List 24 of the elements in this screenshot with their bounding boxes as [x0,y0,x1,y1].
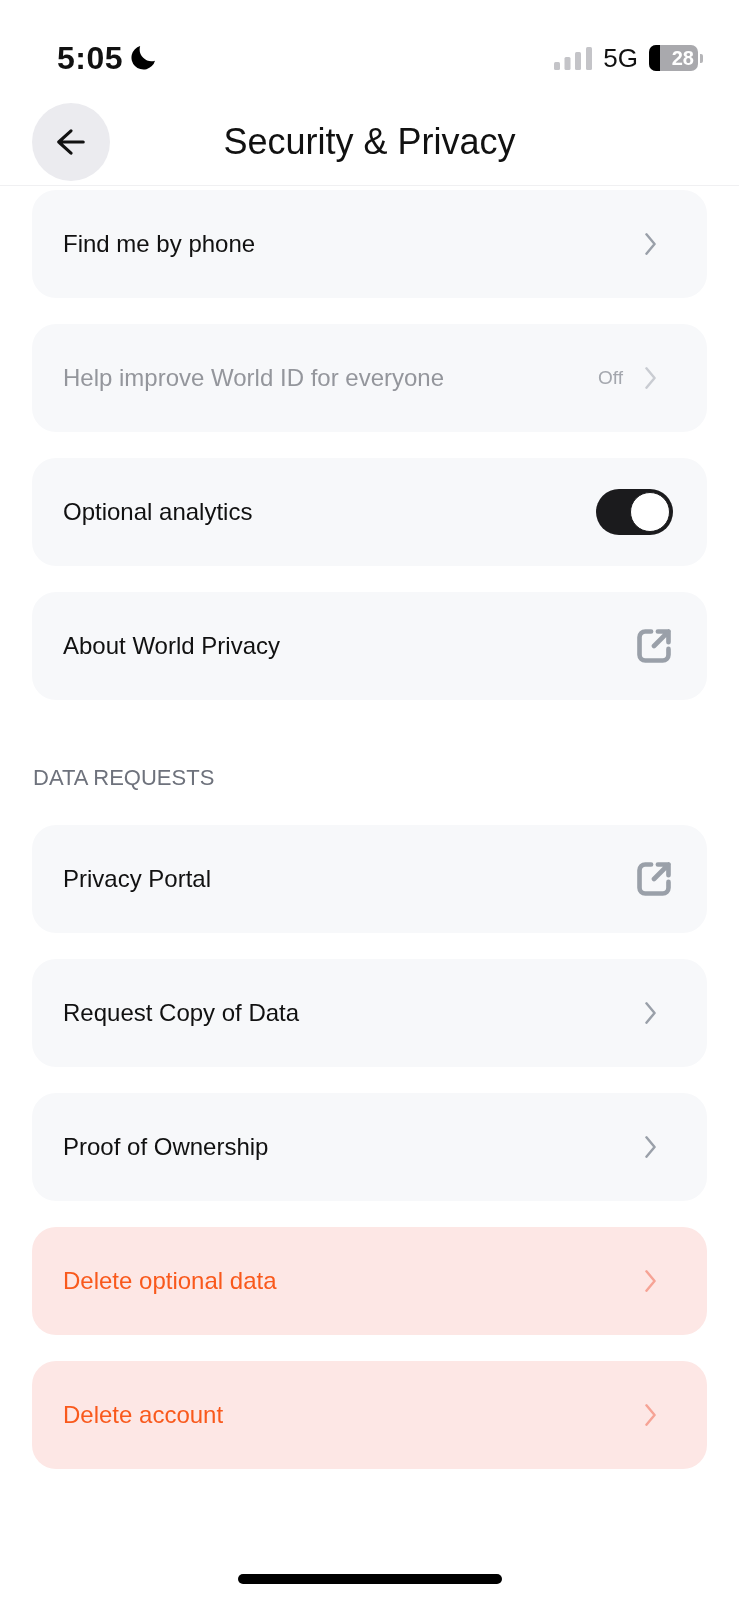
status-value: Off [598,366,623,390]
chevron-right-icon [645,1136,656,1158]
external-link-icon [637,629,671,663]
chevron-right-icon [645,1270,656,1292]
battery-indicator: 28 [649,45,703,71]
moon-icon [131,46,156,70]
external-link-icon [637,862,671,896]
chevron-right-icon [645,367,656,389]
left-arrow-icon [57,129,85,155]
chevron-right-icon [645,1404,656,1426]
chevron-right-icon [645,233,656,255]
section-heading: DATA REQUESTS [33,765,215,791]
network-label: 5G [603,44,638,72]
chevron-right-icon [645,1002,656,1024]
signal-bars-icon [554,46,593,70]
settings-row[interactable]: Request Copy of Data [32,959,707,1067]
settings-row[interactable]: About World Privacy [32,592,707,700]
page-title: Security & Privacy [223,120,516,164]
toggle-switch[interactable] [596,489,673,535]
settings-row[interactable]: Find me by phone [32,190,707,298]
settings-row[interactable]: Privacy Portal [32,825,707,933]
setting-label: Optional analytics [63,497,253,527]
settings-row[interactable]: Proof of Ownership [32,1093,707,1201]
status-time: 5:05 [57,44,124,72]
